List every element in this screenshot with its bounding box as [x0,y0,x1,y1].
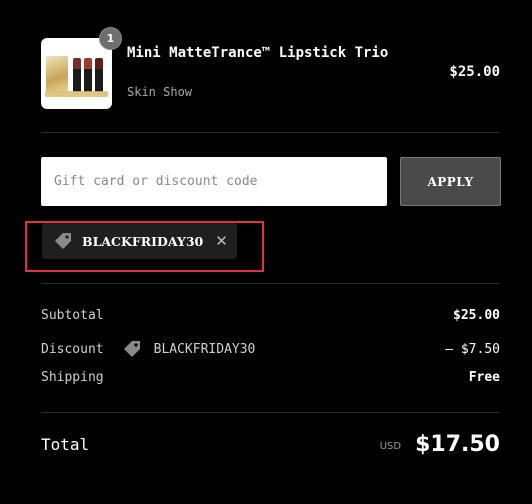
total-label: Total [41,435,90,454]
discount-label: Discount [41,341,104,357]
total-row: Total USD $17.50 [41,432,500,457]
discount-code-label: BLACKFRIDAY30 [153,341,256,357]
discount-row: Discount BLACKFRIDAY30 – $7.50 [41,339,500,359]
product-variant: Skin Show [127,85,193,99]
applied-code-label: BLACKFRIDAY30 [82,233,204,249]
divider [41,412,500,413]
discount-code: BLACKFRIDAY30 [122,339,256,359]
discount-value: – $7.50 [445,341,500,357]
product-title: Mini MatteTrance™ Lipstick Trio [127,45,389,61]
subtotal-label: Subtotal [41,308,104,323]
apply-button[interactable]: APPLY [400,157,501,206]
applied-discount-tag: BLACKFRIDAY30 ✕ [42,223,237,259]
shipping-row: Shipping Free [41,370,500,385]
currency-label: USD [379,441,402,452]
quantity-badge: 1 [99,27,122,50]
subtotal-row: Subtotal $25.00 [41,308,500,323]
tag-icon [55,233,71,249]
close-icon[interactable]: ✕ [215,232,228,250]
subtotal-value: $25.00 [453,308,500,323]
divider [41,132,500,133]
shipping-label: Shipping [41,370,104,385]
product-thumbnail [41,38,112,109]
discount-code-input[interactable] [41,157,387,206]
cart-line-item: 1 Mini MatteTrance™ Lipstick Trio Skin S… [41,27,500,110]
total-value: $17.50 [415,432,500,457]
divider [41,283,500,284]
shipping-value: Free [468,370,500,385]
tag-icon [123,341,140,357]
product-price: $25.00 [449,64,500,80]
